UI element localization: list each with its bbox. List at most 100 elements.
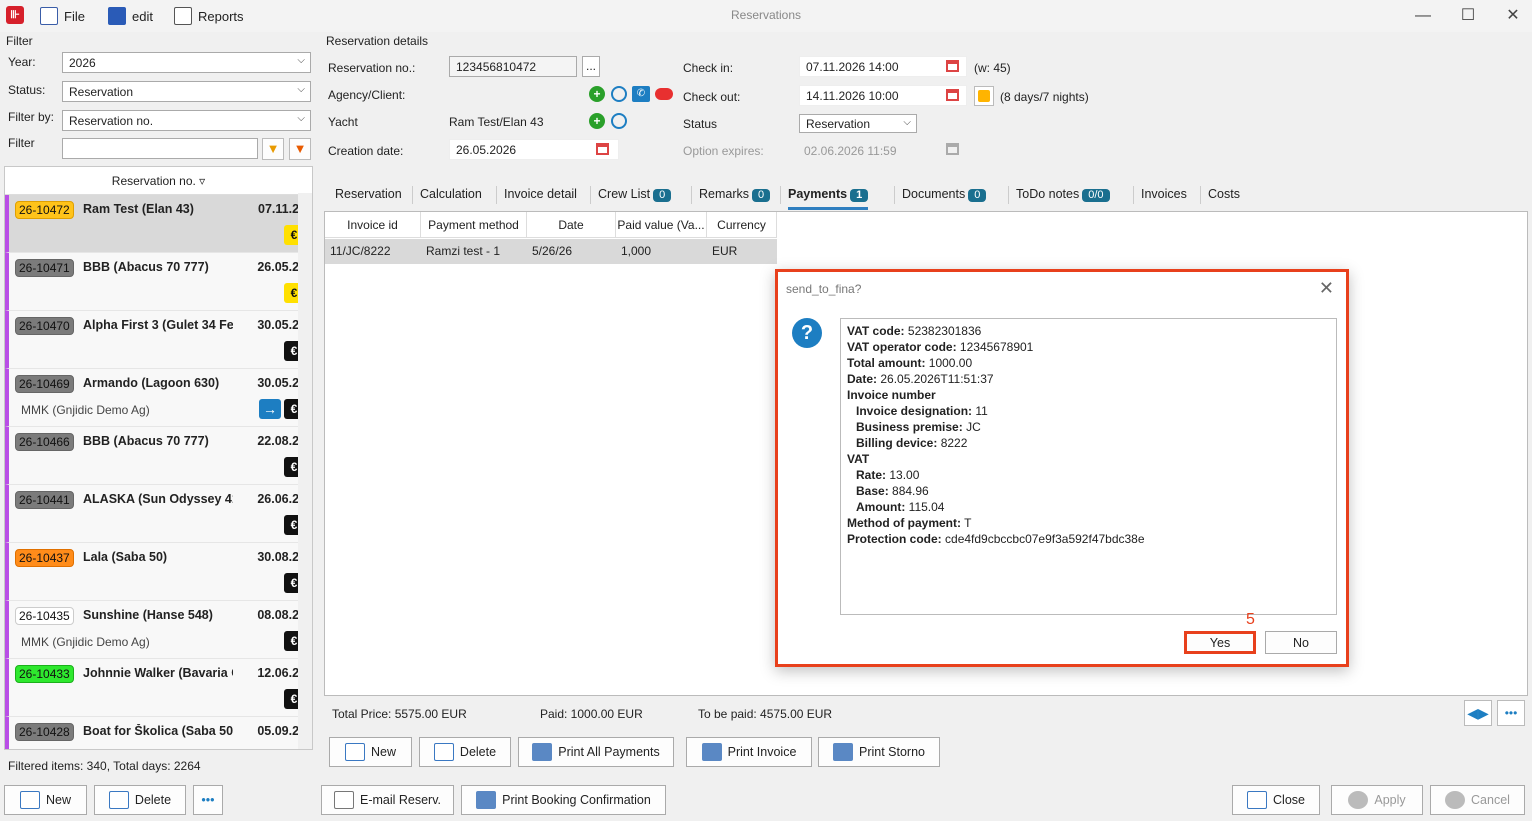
menu-file[interactable]: File	[40, 6, 85, 26]
list-item[interactable]: 26-10472 Ram Test (Elan 43) 07.11.26 €	[5, 195, 312, 253]
billing-device: 8222	[940, 436, 968, 450]
apply-button[interactable]: Apply	[1331, 785, 1423, 815]
details-section-label: Reservation details	[326, 34, 429, 48]
close-button[interactable]: Close	[1232, 785, 1320, 815]
reservation-code: 26-10433	[15, 665, 74, 683]
filter-apply-icon[interactable]: ▼	[262, 138, 284, 160]
more-options-button[interactable]: •••	[1497, 700, 1525, 726]
arrow-right-icon: →	[259, 399, 281, 419]
menu-edit[interactable]: edit	[108, 6, 153, 26]
tab-separator	[590, 186, 591, 204]
list-item[interactable]: 26-10428 Boat for Školica (Saba 50) 05.09.…	[5, 717, 312, 749]
dialog-close-icon[interactable]: ✕	[1319, 278, 1334, 299]
payment-delete-button[interactable]: Delete	[419, 737, 511, 767]
tab-payments[interactable]: Payments 1	[788, 180, 869, 210]
reservation-code: 26-10471	[15, 259, 74, 277]
printer-icon	[701, 743, 722, 761]
reservation-agency: MMK (Gnjidic Demo Ag)	[21, 403, 150, 417]
check-out-label: Check out:	[683, 90, 741, 104]
table-cell[interactable]: EUR	[707, 239, 777, 264]
yes-button[interactable]: Yes	[1184, 631, 1256, 654]
maximize-button[interactable]: ☐	[1453, 4, 1483, 28]
list-item[interactable]: 26-10437 Lala (Saba 50) 30.08.26 €	[5, 543, 312, 601]
print-invoice-button[interactable]: Print Invoice	[686, 737, 812, 767]
print-storno-button[interactable]: Print Storno	[818, 737, 940, 767]
no-button[interactable]: No	[1265, 631, 1337, 654]
add-yacht-icon[interactable]: +	[589, 113, 605, 129]
navigate-arrows-icon[interactable]: ◀▶	[1464, 700, 1492, 726]
reservation-name: ALASKA (Sun Odyssey 410	[83, 492, 233, 506]
search-yacht-icon[interactable]	[611, 113, 627, 129]
reservation-no-browse-button[interactable]: ...	[582, 56, 600, 77]
add-agency-icon[interactable]: +	[589, 86, 605, 102]
reservation-name: Boat for Školica (Saba 50)	[83, 724, 233, 738]
bottom-more-button[interactable]: •••	[193, 785, 223, 815]
minimize-button[interactable]: —	[1408, 4, 1438, 28]
tab-documents[interactable]: Documents 0	[902, 180, 987, 210]
reservation-list[interactable]: Reservation no. ▿ 26-10472 Ram Test (Elan…	[4, 166, 313, 750]
list-item[interactable]: 26-10466 BBB (Abacus 70 777) 22.08.26 €	[5, 427, 312, 485]
email-reservation-button[interactable]: E-mail Reserv.	[321, 785, 454, 815]
close-window-button[interactable]: ✕	[1498, 4, 1528, 28]
tab-reservation[interactable]: Reservation	[335, 180, 402, 210]
column-header[interactable]: Invoice id	[325, 212, 421, 238]
check-in-field[interactable]: 07.11.2026 14:00	[799, 56, 967, 77]
column-header[interactable]: Payment method	[421, 212, 527, 238]
year-label: Year:	[8, 55, 36, 69]
tab-remarks[interactable]: Remarks 0	[699, 180, 771, 210]
calendar-icon[interactable]	[946, 60, 959, 72]
list-item[interactable]: 26-10433 Johnnie Walker (Bavaria Cr 12.06.…	[5, 659, 312, 717]
tab-costs[interactable]: Costs	[1208, 180, 1240, 210]
column-header[interactable]: Currency	[707, 212, 777, 238]
filter-input[interactable]	[62, 138, 258, 159]
print-all-payments-button[interactable]: Print All Payments	[518, 737, 674, 767]
year-combo[interactable]: 2026 ⌵	[62, 52, 311, 73]
list-item[interactable]: 26-10469 Armando (Lagoon 630) 30.05.26 MMK …	[5, 369, 312, 427]
reservation-name: BBB (Abacus 70 777)	[83, 260, 209, 274]
creation-date-field[interactable]: 26.05.2026	[449, 139, 619, 160]
status-combo[interactable]: Reservation ⌵	[62, 81, 311, 102]
note-button[interactable]	[974, 86, 994, 106]
list-header[interactable]: Reservation no. ▿	[5, 167, 312, 195]
column-header[interactable]: Paid value (Va...	[616, 212, 707, 238]
print-booking-confirmation-button[interactable]: Print Booking Confirmation	[461, 785, 666, 815]
menu-reports[interactable]: Reports	[174, 6, 244, 26]
table-cell[interactable]: 11/JC/8222	[325, 239, 421, 264]
filter-by-combo[interactable]: Reservation no. ⌵	[62, 110, 311, 131]
check-out-field[interactable]: 14.11.2026 10:00	[799, 85, 967, 106]
remove-agency-icon[interactable]	[655, 88, 673, 100]
search-agency-icon[interactable]	[611, 86, 627, 102]
calendar-icon[interactable]	[946, 89, 959, 101]
vat-operator-code: 12345678901	[959, 340, 1034, 354]
vat-base: 884.96	[892, 484, 929, 498]
calendar-icon[interactable]	[596, 143, 609, 155]
list-item[interactable]: 26-10471 BBB (Abacus 70 777) 26.05.26 €	[5, 253, 312, 311]
phone-icon[interactable]: ✆	[632, 86, 650, 102]
dialog-message: VAT code: 52382301836 VAT operator code:…	[840, 318, 1337, 615]
list-scrollbar[interactable]	[298, 193, 312, 749]
status-detail-combo[interactable]: Reservation ⌵	[799, 114, 917, 133]
reservation-no-field[interactable]: 123456810472	[449, 56, 577, 77]
tab-calculation[interactable]: Calculation	[420, 180, 482, 210]
tab-invoices[interactable]: Invoices	[1141, 180, 1187, 210]
column-header[interactable]: Date	[527, 212, 616, 238]
payment-new-button[interactable]: New	[329, 737, 412, 767]
to-be-paid: To be paid: 4575.00 EUR	[698, 707, 833, 721]
filter-clear-icon[interactable]: ▼	[289, 138, 311, 160]
delete-reservation-button[interactable]: Delete	[94, 785, 186, 815]
tab-invoice-detail[interactable]: Invoice detail	[504, 180, 577, 210]
tab-todo-notes[interactable]: ToDo notes 0/0	[1016, 180, 1110, 210]
tab-crew-list[interactable]: Crew List 0	[598, 180, 672, 210]
reservation-code: 26-10435	[15, 607, 74, 625]
new-reservation-button[interactable]: New	[4, 785, 87, 815]
list-item[interactable]: 26-10441 ALASKA (Sun Odyssey 410 26.06.26 €	[5, 485, 312, 543]
tab-count-badge: 0	[752, 189, 771, 202]
list-item[interactable]: 26-10435 Sunshine (Hanse 548) 08.08.26 MMK …	[5, 601, 312, 659]
table-cell[interactable]: 5/26/26	[527, 239, 616, 264]
reservation-code: 26-10469	[15, 375, 74, 393]
cancel-button[interactable]: Cancel	[1430, 785, 1525, 815]
new-doc-icon	[19, 791, 40, 809]
table-cell[interactable]: 1,000	[616, 239, 707, 264]
table-cell[interactable]: Ramzi test - 1	[421, 239, 527, 264]
list-item[interactable]: 26-10470 Alpha First 3 (Gulet 34 Fel 30.05…	[5, 311, 312, 369]
